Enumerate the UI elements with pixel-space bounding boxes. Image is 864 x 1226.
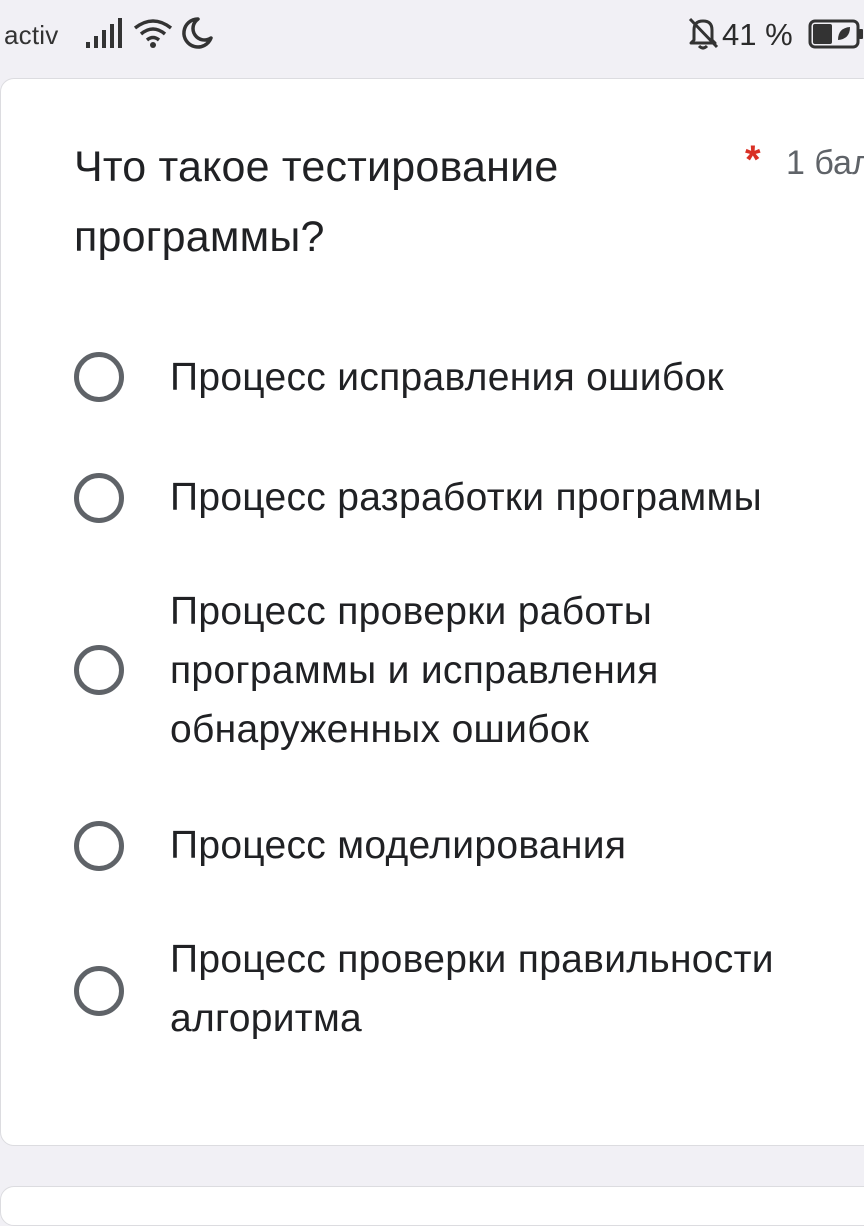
radio-button-icon[interactable] [74, 352, 124, 402]
status-bar: activ 41 % [0, 0, 864, 70]
answer-option[interactable]: Процесс проверки правильности алгоритма [70, 930, 864, 1050]
battery-icon [808, 19, 863, 49]
signal-icon [86, 18, 122, 48]
radio-button-icon[interactable] [74, 821, 124, 871]
option-label: Процесс проверки правильности алгоритма [170, 938, 774, 1040]
answer-option[interactable]: Процесс исправления ошибок [70, 350, 864, 410]
required-marker: * [745, 138, 761, 182]
radio-button-icon[interactable] [74, 473, 124, 523]
option-label: Процесс проверки работы программы и испр… [170, 590, 659, 751]
answer-option[interactable]: Процесс моделирования [70, 818, 864, 878]
next-question-card [0, 1186, 864, 1226]
battery-percent: 41 % [722, 17, 793, 52]
points-label: 1 бал [786, 144, 864, 182]
bell-off-icon [688, 17, 719, 50]
wifi-icon [133, 19, 173, 48]
carrier-name: activ [4, 20, 59, 50]
moon-icon [182, 17, 213, 49]
option-label: Процесс разработки программы [170, 476, 762, 519]
answer-option[interactable]: Процесс разработки программы [70, 470, 864, 530]
answer-option[interactable]: Процесс проверки работы программы и испр… [70, 582, 864, 762]
option-label: Процесс исправления ошибок [170, 356, 724, 399]
option-label: Процесс моделирования [170, 824, 627, 867]
radio-button-icon[interactable] [74, 645, 124, 695]
radio-button-icon[interactable] [74, 966, 124, 1016]
question-title: Что такое тестирование программы? [74, 143, 559, 261]
